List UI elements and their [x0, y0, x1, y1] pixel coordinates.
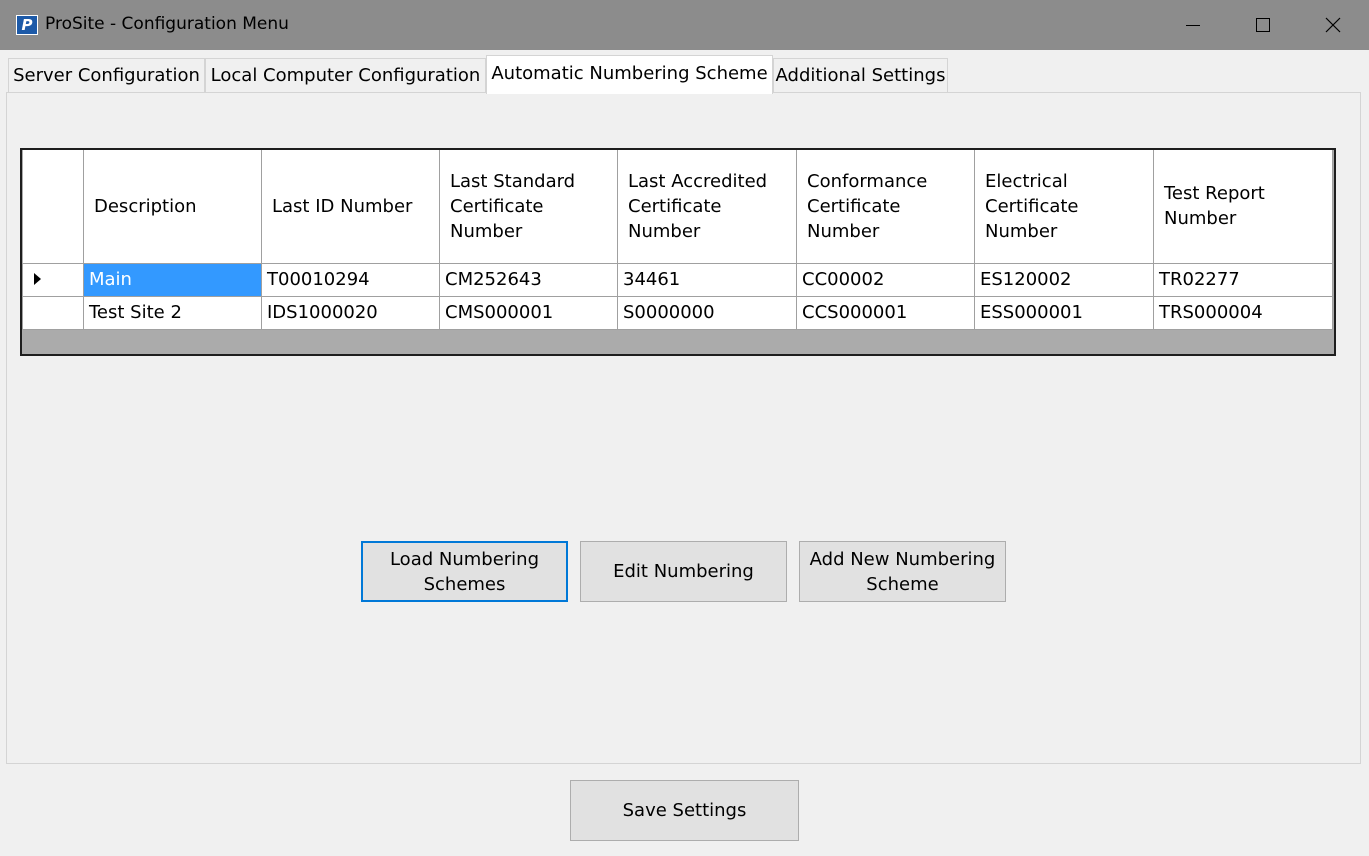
tab-strip: Server Configuration Local Computer Conf… [0, 50, 1369, 94]
cell-test-report-number[interactable]: TRS000004 [1153, 295, 1333, 330]
minimize-button[interactable] [1158, 0, 1228, 50]
cell-last-id-number[interactable]: T00010294 [261, 262, 440, 297]
column-header-last-accredited-certificate-number[interactable]: Last Accredited Certificate Number [617, 150, 797, 264]
cell-last-accredited-certificate-number[interactable]: S0000000 [617, 295, 797, 330]
numbering-scheme-grid[interactable]: Description Last ID Number Last Standard… [20, 148, 1336, 356]
tab-local-computer-configuration[interactable]: Local Computer Configuration [205, 58, 486, 92]
row-pointer-icon [34, 273, 41, 285]
tab-additional-settings[interactable]: Additional Settings [773, 58, 948, 92]
grid-header-row: Description Last ID Number Last Standard… [22, 150, 1333, 264]
cell-last-standard-certificate-number[interactable]: CM252643 [439, 262, 618, 297]
close-button[interactable] [1298, 0, 1368, 50]
column-header-test-report-number[interactable]: Test Report Number [1153, 150, 1333, 264]
close-icon [1325, 17, 1341, 33]
tab-server-configuration[interactable]: Server Configuration [8, 58, 205, 92]
maximize-icon [1256, 18, 1270, 32]
row-header[interactable] [22, 262, 84, 297]
grid-corner-header [22, 150, 84, 264]
minimize-icon [1186, 25, 1200, 26]
window-title: ProSite - Configuration Menu [45, 14, 289, 34]
row-header[interactable] [22, 295, 84, 330]
tab-automatic-numbering-scheme[interactable]: Automatic Numbering Scheme [486, 55, 773, 94]
table-row[interactable]: Main T00010294 CM252643 34461 CC00002 ES… [22, 262, 1333, 297]
cell-last-standard-certificate-number[interactable]: CMS000001 [439, 295, 618, 330]
cell-electrical-certificate-number[interactable]: ESS000001 [974, 295, 1154, 330]
column-header-last-id-number[interactable]: Last ID Number [261, 150, 440, 264]
column-header-description[interactable]: Description [83, 150, 262, 264]
load-numbering-schemes-button[interactable]: Load Numbering Schemes [361, 541, 568, 602]
cell-last-accredited-certificate-number[interactable]: 34461 [617, 262, 797, 297]
title-bar: P ProSite - Configuration Menu [0, 0, 1369, 50]
maximize-button[interactable] [1228, 0, 1298, 50]
cell-conformance-certificate-number[interactable]: CC00002 [796, 262, 975, 297]
column-header-last-standard-certificate-number[interactable]: Last Standard Certificate Number [439, 150, 618, 264]
column-header-electrical-certificate-number[interactable]: Electrical Certificate Number [974, 150, 1154, 264]
save-settings-button[interactable]: Save Settings [570, 780, 799, 841]
cell-last-id-number[interactable]: IDS1000020 [261, 295, 440, 330]
column-header-conformance-certificate-number[interactable]: Conformance Certificate Number [796, 150, 975, 264]
cell-description[interactable]: Test Site 2 [83, 295, 262, 330]
cell-test-report-number[interactable]: TR02277 [1153, 262, 1333, 297]
cell-electrical-certificate-number[interactable]: ES120002 [974, 262, 1154, 297]
app-icon: P [16, 15, 38, 35]
table-row[interactable]: Test Site 2 IDS1000020 CMS000001 S000000… [22, 295, 1333, 330]
add-new-numbering-scheme-button[interactable]: Add New Numbering Scheme [799, 541, 1006, 602]
cell-description[interactable]: Main [83, 262, 262, 297]
edit-numbering-button[interactable]: Edit Numbering [580, 541, 787, 602]
cell-conformance-certificate-number[interactable]: CCS000001 [796, 295, 975, 330]
